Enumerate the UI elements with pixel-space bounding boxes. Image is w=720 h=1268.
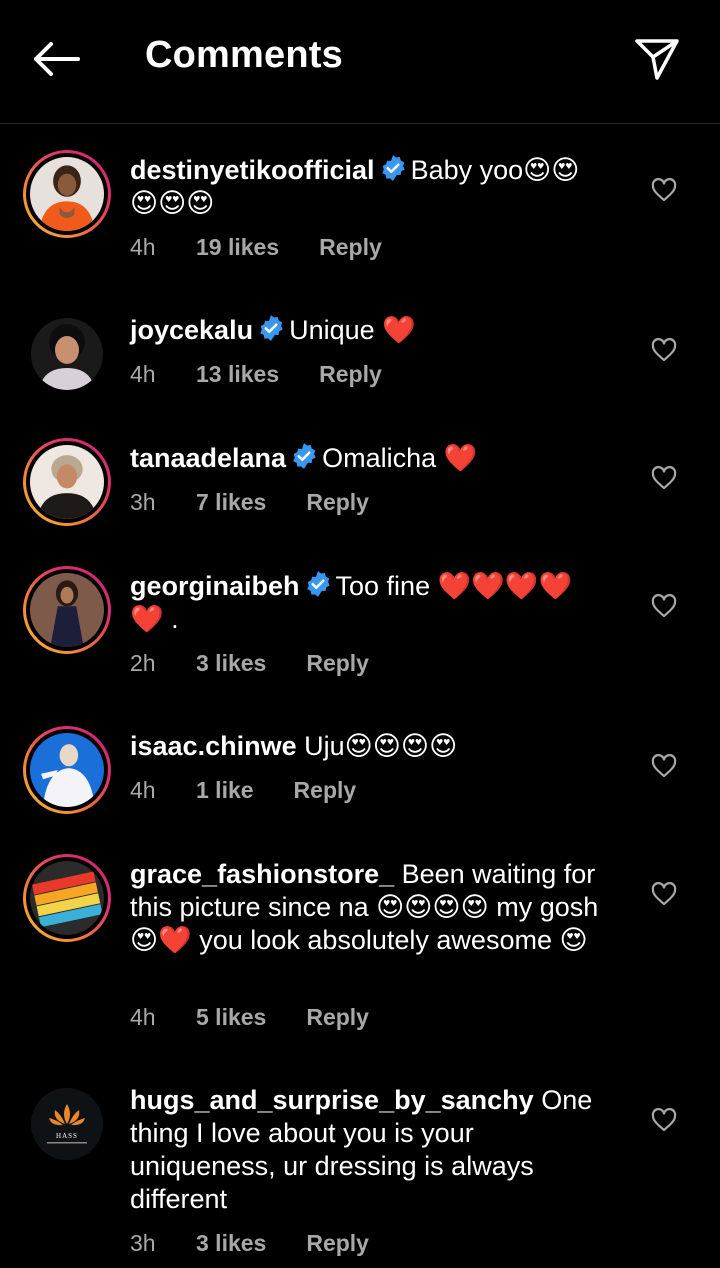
heart-outline-icon: [651, 338, 677, 362]
avatar[interactable]: HASS: [23, 1080, 111, 1168]
comment-time: 4h: [130, 234, 156, 260]
like-button[interactable]: [648, 174, 680, 206]
avatar[interactable]: [23, 438, 111, 526]
username[interactable]: grace_fashionstore_: [130, 859, 394, 889]
comment-body: grace_fashionstore_ Been waiting for thi…: [130, 858, 600, 957]
back-button[interactable]: [28, 34, 84, 84]
heart-outline-icon: [651, 178, 677, 202]
comment-meta: 4h 19 likes Reply: [130, 234, 382, 261]
comment-body: destinyetikoofficial Baby yoo😍😍😍😍😍: [130, 154, 600, 220]
comment-body: georginaibeh Too fine ❤️❤️❤️❤️❤️ .: [130, 570, 600, 636]
likes-count[interactable]: 19 likes: [196, 234, 279, 261]
comment-text: Uju😍😍😍😍: [304, 731, 458, 761]
comment-time: 4h: [130, 1004, 156, 1030]
profile-photo: [30, 445, 104, 519]
like-button[interactable]: [648, 462, 680, 494]
avatar[interactable]: [23, 854, 111, 942]
comment-time: 3h: [130, 1230, 156, 1256]
comment-time: 4h: [130, 361, 156, 387]
username[interactable]: georginaibeh: [130, 571, 300, 601]
likes-count[interactable]: 3 likes: [196, 1230, 266, 1257]
likes-count[interactable]: 13 likes: [196, 361, 279, 388]
reply-button[interactable]: Reply: [306, 489, 369, 516]
like-button[interactable]: [648, 1104, 680, 1136]
profile-photo: [30, 573, 104, 647]
heart-outline-icon: [651, 754, 677, 778]
reply-button[interactable]: Reply: [319, 361, 382, 388]
likes-count[interactable]: 7 likes: [196, 489, 266, 516]
heart-outline-icon: [651, 466, 677, 490]
comment-text: Unique ❤️: [289, 315, 416, 345]
likes-count[interactable]: 5 likes: [196, 1004, 266, 1031]
brand-logo: HASS: [31, 1088, 103, 1160]
username[interactable]: isaac.chinwe: [130, 731, 297, 761]
reply-button[interactable]: Reply: [306, 1230, 369, 1257]
like-button[interactable]: [648, 334, 680, 366]
heart-outline-icon: [651, 882, 677, 906]
username[interactable]: destinyetikoofficial: [130, 155, 375, 185]
likes-count[interactable]: 3 likes: [196, 650, 266, 677]
reply-button[interactable]: Reply: [319, 234, 382, 261]
avatar[interactable]: [23, 566, 111, 654]
avatar[interactable]: [23, 310, 111, 398]
page-title: Comments: [145, 34, 343, 76]
arrow-left-icon: [34, 42, 80, 76]
verified-badge-icon: [260, 315, 283, 341]
comment-body: hugs_and_surprise_by_sanchy One thing I …: [130, 1084, 600, 1216]
username[interactable]: tanaadelana: [130, 443, 286, 473]
avatar[interactable]: [23, 150, 111, 238]
comment-meta: 3h 3 likes Reply: [130, 1230, 369, 1257]
profile-photo: [31, 318, 103, 390]
logo-text: HASS: [56, 1132, 78, 1140]
comment-text: Omalicha ❤️: [322, 443, 478, 473]
like-button[interactable]: [648, 878, 680, 910]
username[interactable]: joycekalu: [130, 315, 253, 345]
verified-badge-icon: [306, 571, 330, 597]
profile-photo: [30, 157, 104, 231]
verified-badge-icon: [381, 155, 405, 181]
likes-count[interactable]: 1 like: [196, 777, 254, 804]
comment-body: joycekalu Unique ❤️: [130, 314, 600, 347]
comment-meta: 4h 5 likes Reply: [130, 1004, 369, 1031]
share-button[interactable]: [630, 32, 684, 86]
avatar[interactable]: [23, 726, 111, 814]
profile-photo: [30, 861, 104, 935]
comment-meta: 4h 1 like Reply: [130, 777, 356, 804]
heart-outline-icon: [651, 594, 677, 618]
reply-button[interactable]: Reply: [306, 650, 369, 677]
comment-time: 2h: [130, 650, 156, 676]
heart-outline-icon: [651, 1108, 677, 1132]
comments-header: Comments: [0, 0, 720, 124]
comment-body: tanaadelana Omalicha ❤️: [130, 442, 600, 475]
username[interactable]: hugs_and_surprise_by_sanchy: [130, 1085, 534, 1115]
like-button[interactable]: [648, 750, 680, 782]
reply-button[interactable]: Reply: [294, 777, 357, 804]
profile-photo: [30, 733, 104, 807]
paper-plane-icon: [635, 39, 679, 80]
reply-button[interactable]: Reply: [306, 1004, 369, 1031]
comment-time: 4h: [130, 777, 156, 803]
comment-meta: 4h 13 likes Reply: [130, 361, 382, 388]
comment-meta: 3h 7 likes Reply: [130, 489, 369, 516]
comment-meta: 2h 3 likes Reply: [130, 650, 369, 677]
verified-badge-icon: [293, 443, 316, 469]
comment-time: 3h: [130, 489, 156, 515]
like-button[interactable]: [648, 590, 680, 622]
comment-body: isaac.chinwe Uju😍😍😍😍: [130, 730, 600, 763]
